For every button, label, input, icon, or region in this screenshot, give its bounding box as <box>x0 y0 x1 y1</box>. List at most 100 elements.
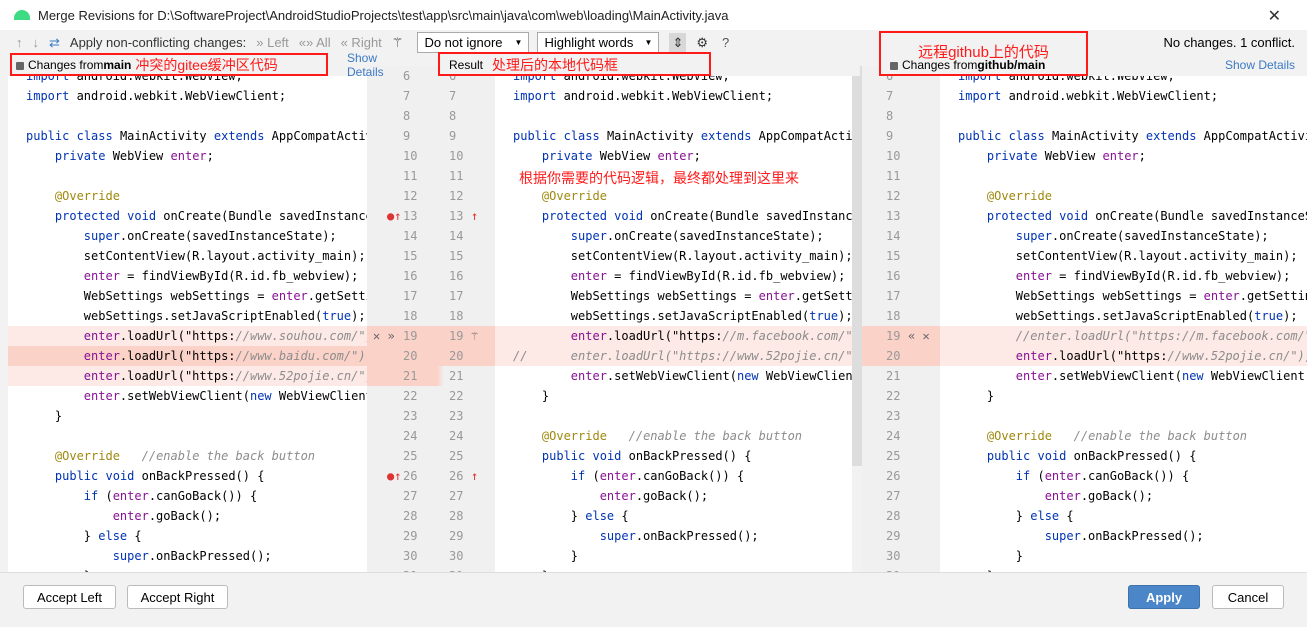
line-number: 13 <box>403 209 418 223</box>
gutter-row: 11 <box>862 166 940 186</box>
next-change-button[interactable]: ↓ <box>33 35 40 50</box>
line-number: 12 <box>403 189 418 203</box>
code-line: setContentView(R.layout.activity_main); <box>513 249 852 263</box>
line-number: 9 <box>449 129 457 143</box>
line-number: 19 <box>449 329 464 343</box>
code-line: enter.setWebViewClient(new WebViewClient <box>83 389 367 403</box>
gutter-row: 17 <box>862 286 940 306</box>
accept-left-button[interactable]: Accept Left <box>23 585 116 609</box>
apply-button[interactable]: Apply <box>1128 585 1200 609</box>
line-number: 11 <box>886 169 901 183</box>
accept-right-button[interactable]: Accept Right <box>127 585 228 609</box>
apply-right-button[interactable]: « Right <box>341 35 382 50</box>
line-number: 21 <box>403 369 418 383</box>
line-number: 13 <box>449 209 464 223</box>
line-number: 10 <box>403 149 418 163</box>
help-button[interactable]: ? <box>722 35 729 50</box>
gutter-row: 28 <box>862 506 940 526</box>
gutter-row: 27 <box>862 486 940 506</box>
gear-icon[interactable]: ⚙ <box>696 35 708 51</box>
ignore-whitespace-select[interactable]: Do not ignore ▼ <box>417 32 530 53</box>
gutter-row: 18 <box>862 306 940 326</box>
result-editor[interactable]: import android.webkit.WebView; import and… <box>495 66 852 572</box>
footer: Accept Left Accept Right Apply Cancel <box>0 572 1307 620</box>
highlight-select[interactable]: Highlight words ▼ <box>537 32 660 53</box>
code-line: public void onBackPressed() { <box>541 449 752 463</box>
line-number: 30 <box>886 549 901 563</box>
right-annotation-box: 远程github上的代码 <box>879 31 1088 76</box>
code-line: enter.goBack(); <box>599 489 709 503</box>
cancel-button[interactable]: Cancel <box>1212 585 1284 609</box>
code-line: } else { <box>958 509 1074 523</box>
reject-icon[interactable]: ✕ » <box>373 326 395 346</box>
line-number: 7 <box>449 89 457 103</box>
line-number: 28 <box>886 509 901 523</box>
title-bar: Merge Revisions for D:\SoftwareProject\A… <box>0 0 1307 30</box>
gutter-row: 18 18 <box>367 306 495 326</box>
line-number: 27 <box>449 489 464 503</box>
code-line: } <box>26 409 63 423</box>
line-number: 20 <box>403 349 418 363</box>
code-line: WebSettings webSettings = enter.getSetti… <box>958 289 1307 303</box>
code-line: enter.goBack(); <box>1044 489 1154 503</box>
line-number: 27 <box>886 489 901 503</box>
code-line: super.onCreate(savedInstanceState); <box>570 229 824 243</box>
code-line: @Override //enable the back button <box>986 429 1248 443</box>
magic-wand-icon[interactable]: ⚚ <box>471 326 478 346</box>
line-number: 7 <box>403 89 411 103</box>
gutter-row: 25 <box>862 446 940 466</box>
line-number: 16 <box>886 269 901 283</box>
right-annotation: 远程github上的代码 <box>918 44 1049 61</box>
code-line: public void onBackPressed() { <box>986 449 1197 463</box>
gutter-row: 16 16 <box>367 266 495 286</box>
gutter-row: 15 15 <box>367 246 495 266</box>
override-icon: ↑ <box>471 469 479 483</box>
apply-all-button[interactable]: «» All <box>299 35 331 50</box>
code-line: enter.loadUrl("https://m.facebook.com/")… <box>495 326 852 346</box>
window-title: Merge Revisions for D:\SoftwareProject\A… <box>38 7 729 23</box>
result-scrollbar[interactable] <box>852 66 862 466</box>
line-number: 14 <box>886 229 901 243</box>
line-number: 18 <box>449 309 464 323</box>
left-editor[interactable]: import android.webkit.WebView; import and… <box>8 66 367 572</box>
gutter-row: 15 <box>862 246 940 266</box>
line-number: 9 <box>886 129 894 143</box>
gutter-row: 21 21 <box>367 366 495 386</box>
line-number: 27 <box>403 489 418 503</box>
line-number: 8 <box>449 109 457 123</box>
code-line: private WebView enter; <box>541 149 701 163</box>
code-line: public void onBackPressed() { <box>54 469 265 483</box>
override-icon: ↑ <box>471 209 479 223</box>
left-show-details-link[interactable]: Show Details <box>347 51 384 79</box>
line-number: 24 <box>403 429 418 443</box>
gutter-row: 10 10 <box>367 146 495 166</box>
right-editor[interactable]: import android.webkit.WebView; import and… <box>940 66 1307 572</box>
line-number: 20 <box>449 349 464 363</box>
code-line: enter = findViewById(R.id.fb_webview); <box>83 269 359 283</box>
close-icon[interactable]: ✕ <box>1268 6 1281 26</box>
gutter-row: 22 <box>862 386 940 406</box>
gutter-row: 30 <box>862 546 940 566</box>
code-line: @Override <box>986 189 1052 203</box>
apply-left-button[interactable]: » Left <box>256 35 289 50</box>
code-line: setContentView(R.layout.activity_main); <box>26 249 366 263</box>
line-number: 16 <box>449 269 464 283</box>
accept-right-icon[interactable]: « ✕ <box>908 326 930 346</box>
line-number: 12 <box>449 189 464 203</box>
code-line: public class MainActivity extends AppCom… <box>958 129 1307 143</box>
prev-change-button[interactable]: ↑ <box>16 35 23 50</box>
gutter-row: 19 « ✕ <box>862 326 940 346</box>
sync-scroll-icon[interactable]: ⇕ <box>669 32 687 53</box>
right-show-details-link[interactable]: Show Details <box>1225 58 1295 72</box>
code-line: //enter.loadUrl("https://m.facebook.com/… <box>940 326 1307 346</box>
line-number: 26 <box>886 469 901 483</box>
merge-icon[interactable]: ⇄ <box>49 35 60 51</box>
gutter-row: 9 <box>862 126 940 146</box>
magic-wand-icon[interactable]: ⚚ <box>392 35 404 51</box>
line-number: 22 <box>449 389 464 403</box>
line-number: 9 <box>403 129 411 143</box>
